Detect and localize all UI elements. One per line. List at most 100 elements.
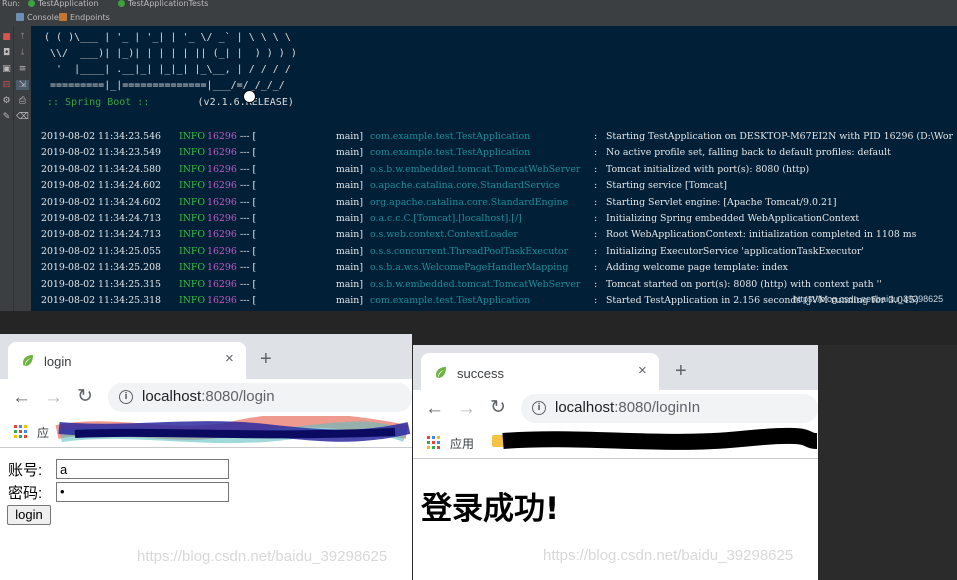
log-message: Starting service [Tomcat]	[606, 180, 727, 192]
layout-icon[interactable]: ▣	[0, 64, 13, 74]
log-pid: 16296	[207, 163, 237, 175]
log-pid: 16296	[207, 245, 237, 257]
reload-icon[interactable]: ↻	[490, 398, 506, 418]
close-tab-icon[interactable]: ×	[638, 362, 647, 379]
scroll-down-icon[interactable]: ↓	[16, 48, 29, 58]
log-thread: main]	[335, 131, 363, 142]
new-tab-icon[interactable]: +	[260, 348, 272, 371]
password-input[interactable]: •	[56, 482, 229, 502]
address-bar[interactable]: i localhost:8080/login	[108, 383, 412, 412]
log-timestamp: 2019-08-02 11:34:24.602	[41, 180, 162, 192]
desktop-background	[818, 345, 957, 580]
close-tab-icon[interactable]: ×	[225, 350, 234, 367]
address-bar[interactable]: i localhost:8080/loginIn	[521, 394, 818, 423]
log-logger: com.example.test.TestApplication	[370, 131, 531, 142]
watermark: https://blog.csdn.net/baidu_39298625	[543, 547, 794, 564]
log-level: INFO	[179, 245, 206, 257]
log-colon: :	[594, 295, 598, 306]
scroll-to-end-icon[interactable]: ⇲	[16, 80, 29, 90]
log-thread: main]	[335, 180, 363, 192]
log-pid: 16296	[207, 131, 237, 142]
toolbar: ← → ↻ i localhost:8080/login	[0, 379, 412, 416]
soft-wrap-icon[interactable]: ≡	[16, 64, 29, 74]
log-thread: main]	[335, 163, 363, 175]
reload-icon[interactable]: ↻	[77, 387, 93, 407]
log-pid: 16296	[207, 295, 237, 306]
log-pid: 16296	[207, 213, 237, 224]
spring-boot-label: :: Spring Boot ::	[47, 97, 150, 108]
tab-title: login	[44, 354, 72, 369]
log-pid: 16296	[207, 278, 237, 290]
spring-icon	[118, 0, 125, 7]
spring-boot-version-line: :: Spring Boot :: (v2.1.6.RELEASE)	[47, 97, 294, 108]
redacted-bookmarks-scribble	[55, 416, 411, 444]
stop-icon[interactable]: ■	[0, 32, 13, 42]
log-thread: main]	[335, 213, 363, 224]
apps-label[interactable]: 应用	[450, 435, 474, 452]
account-input[interactable]	[56, 459, 229, 479]
apps-grid-icon[interactable]	[14, 425, 27, 438]
pin-icon[interactable]: ✎	[0, 112, 13, 122]
log-level: INFO	[179, 147, 206, 159]
log-separator: --- [	[240, 163, 257, 175]
log-colon: :	[594, 245, 598, 257]
log-thread: main]	[335, 196, 363, 208]
run-tab-testapplication[interactable]: TestApplication	[28, 0, 98, 8]
log-colon: :	[594, 213, 598, 224]
log-separator: --- [	[240, 196, 257, 208]
log-timestamp: 2019-08-02 11:34:23.546	[41, 131, 162, 142]
log-level: INFO	[179, 295, 206, 306]
log-colon: :	[594, 131, 598, 142]
log-logger: com.example.test.TestApplication	[370, 295, 531, 306]
print-icon[interactable]: ⎙	[16, 96, 29, 106]
run-tab-testapplicationtests[interactable]: TestApplicationTests	[118, 0, 208, 8]
tab-success[interactable]: success ×	[421, 353, 659, 390]
bookmarks-bar: 应用	[413, 427, 818, 459]
log-pid: 16296	[207, 229, 237, 241]
endpoints-tab[interactable]: Endpoints	[59, 13, 110, 22]
site-info-icon[interactable]: i	[532, 401, 546, 415]
browser-login: login × + ← → ↻ i localhost:8080/login 应…	[0, 334, 412, 580]
back-icon[interactable]: ←	[12, 388, 31, 408]
camera-icon[interactable]: ◘	[0, 48, 13, 58]
log-timestamp: 2019-08-02 11:34:25.208	[41, 262, 162, 274]
log-message: Tomcat started on port(s): 8080 (http) w…	[606, 278, 882, 290]
bookmarks-bar: 应	[0, 416, 412, 448]
back-icon[interactable]: ←	[425, 399, 444, 419]
forward-icon[interactable]: →	[44, 388, 63, 408]
url-text[interactable]: localhost:8080/loginIn	[555, 399, 700, 416]
log-timestamp: 2019-08-02 11:34:24.602	[41, 196, 162, 208]
settings-icon[interactable]: ⚙	[0, 96, 13, 106]
log-timestamp: 2019-08-02 11:34:25.315	[41, 278, 162, 290]
log-level: INFO	[179, 163, 206, 175]
site-info-icon[interactable]: i	[119, 390, 133, 404]
login-button[interactable]: login	[7, 505, 51, 525]
log-thread: main]	[335, 147, 363, 159]
log-pid: 16296	[207, 180, 237, 192]
url-text[interactable]: localhost:8080/login	[142, 388, 275, 405]
console-icon	[16, 13, 24, 21]
mouse-cursor-icon	[243, 90, 256, 103]
log-logger: o.a.c.c.C.[Tomcat].[localhost].[/]	[370, 213, 522, 224]
log-separator: --- [	[240, 295, 257, 306]
tab-strip: success × +	[413, 345, 818, 390]
log-logger: org.apache.catalina.core.StandardEngine	[370, 196, 569, 208]
page-content: 登录成功! https://blog.csdn.net/baidu_392986…	[413, 459, 818, 580]
log-level: INFO	[179, 278, 206, 290]
apps-grid-icon[interactable]	[427, 436, 440, 449]
forward-icon[interactable]: →	[457, 399, 476, 419]
exit-icon[interactable]: ⊟	[0, 80, 13, 90]
clear-all-icon[interactable]: ⌫	[16, 112, 29, 122]
scroll-up-icon[interactable]: ↑	[16, 32, 29, 42]
spring-leaf-icon	[436, 367, 446, 378]
tab-login[interactable]: login ×	[8, 342, 246, 379]
console-output[interactable]: ( ( )\___ | '_ | '_| | '_ \/ _` | \ \ \ …	[31, 26, 957, 311]
log-thread: main]	[335, 295, 363, 306]
log-colon: :	[594, 147, 598, 159]
log-message: Starting TestApplication on DESKTOP-M67E…	[606, 131, 954, 142]
console-tab[interactable]: Console	[16, 13, 59, 22]
watermark: https://blog.csdn.net/baidu_39298625	[793, 294, 944, 304]
new-tab-icon[interactable]: +	[675, 360, 687, 383]
log-logger: o.s.b.a.w.s.WelcomePageHandlerMapping	[370, 262, 569, 274]
apps-label[interactable]: 应	[37, 424, 49, 441]
